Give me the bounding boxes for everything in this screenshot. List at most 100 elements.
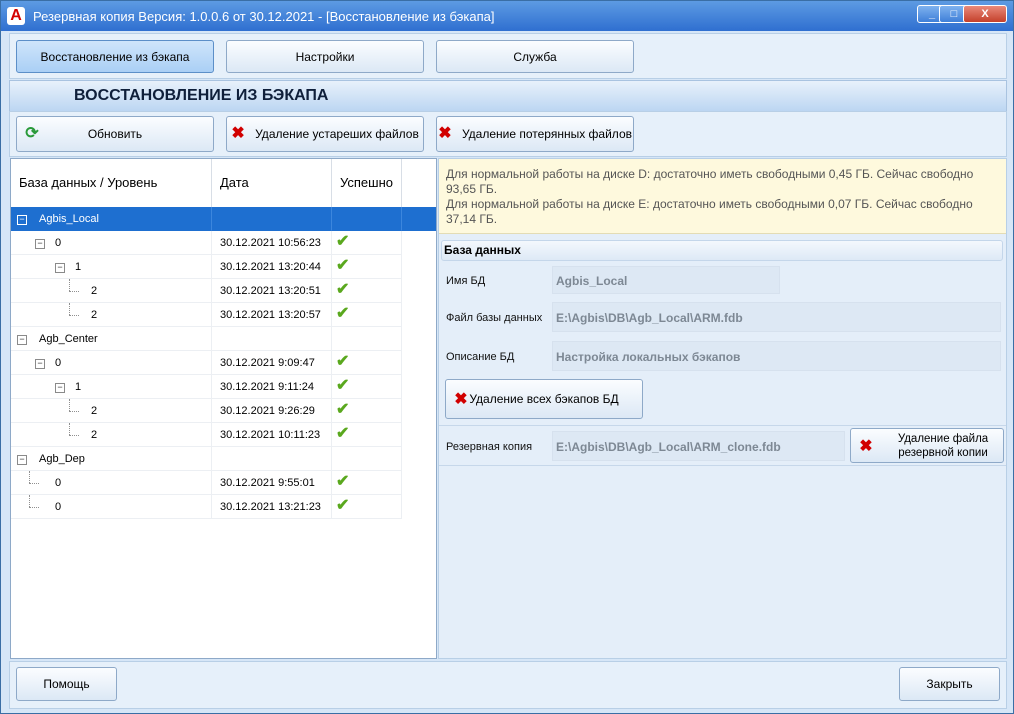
delete-backup-file-button[interactable]: ✖ Удаление файла резервной копии — [850, 428, 1004, 463]
tree-node-label: 2 — [91, 285, 98, 297]
tree-connector — [69, 423, 70, 435]
check-icon: ✔ — [336, 377, 350, 394]
tab-settings[interactable]: Настройки — [226, 40, 424, 73]
check-icon: ✔ — [336, 473, 350, 490]
delete-backup-file-label: Удаление файла резервной копии — [881, 432, 1005, 460]
delete-backup-file-label-line2: резервной копии — [898, 447, 988, 459]
db-description-field[interactable]: Настройка локальных бэкапов — [552, 341, 1001, 371]
close-window-button[interactable]: X — [963, 5, 1007, 23]
refresh-label: Обновить — [87, 127, 143, 141]
table-row[interactable]: −1 30.12.2021 9:11:24 ✔ — [11, 375, 436, 399]
cell-name: − Agbis_Local — [11, 207, 212, 231]
table-row[interactable]: 0 30.12.2021 13:21:23 ✔ — [11, 495, 436, 519]
delete-icon: ✖ — [454, 391, 468, 408]
check-icon: ✔ — [336, 401, 350, 418]
table-row[interactable]: 2 30.12.2021 13:20:51 ✔ — [11, 279, 436, 303]
close-label: Закрыть — [926, 677, 973, 691]
backup-copy-field[interactable]: E:\Agbis\DB\Agb_Local\ARM_clone.fdb — [552, 431, 845, 461]
table-row[interactable]: − Agbis_Local — [11, 207, 436, 231]
cell-date — [212, 447, 332, 471]
tree-node-label: 1 — [75, 381, 82, 393]
grid-header: База данных / Уровень Дата Успешно — [11, 159, 436, 208]
cell-date: 30.12.2021 9:11:24 — [212, 375, 332, 399]
close-button[interactable]: Закрыть — [899, 667, 1000, 701]
disk-space-info: Для нормальной работы на диске D: достат… — [439, 159, 1006, 234]
delete-all-backups-button[interactable]: ✖ Удаление всех бэкапов БД — [445, 379, 643, 419]
collapse-icon[interactable]: − — [55, 263, 65, 273]
db-file-field[interactable]: E:\Agbis\DB\Agb_Local\ARM.fdb — [552, 302, 1001, 332]
table-row[interactable]: −0 30.12.2021 10:56:23 ✔ — [11, 231, 436, 255]
collapse-icon[interactable]: − — [35, 359, 45, 369]
tree-node-label: 1 — [75, 261, 82, 273]
cell-name: −1 — [11, 375, 212, 399]
cell-success — [332, 447, 402, 471]
cell-success: ✔ — [332, 279, 402, 303]
tree-connector — [29, 495, 30, 507]
table-row[interactable]: − Agb_Dep — [11, 447, 436, 471]
cell-name: 0 — [11, 471, 212, 495]
details-panel: Для нормальной работы на диске D: достат… — [438, 158, 1007, 659]
cell-success — [332, 207, 402, 231]
help-label: Помощь — [43, 677, 90, 691]
column-header-database[interactable]: База данных / Уровень — [11, 159, 212, 207]
collapse-icon[interactable]: − — [17, 455, 27, 465]
db-file-label: Файл базы данных — [446, 312, 543, 324]
help-button[interactable]: Помощь — [16, 667, 117, 701]
cell-date: 30.12.2021 13:20:57 — [212, 303, 332, 327]
delete-old-files-button[interactable]: ✖ Удаление устареших файлов — [226, 116, 424, 152]
column-header-date[interactable]: Дата — [212, 159, 332, 207]
table-row[interactable]: 2 30.12.2021 10:11:23 ✔ — [11, 423, 436, 447]
tree-node-label: 0 — [55, 501, 62, 513]
cell-date — [212, 207, 332, 231]
check-icon: ✔ — [336, 257, 350, 274]
cell-success: ✔ — [332, 399, 402, 423]
cell-date: 30.12.2021 9:26:29 — [212, 399, 332, 423]
tree-connector — [29, 483, 39, 484]
delete-icon: ✖ — [231, 125, 245, 142]
delete-icon: ✖ — [438, 125, 452, 142]
table-row[interactable]: 2 30.12.2021 13:20:57 ✔ — [11, 303, 436, 327]
tree-node-label: 2 — [91, 309, 98, 321]
column-header-success[interactable]: Успешно — [332, 159, 402, 207]
cell-date: 30.12.2021 13:20:51 — [212, 279, 332, 303]
table-row[interactable]: −0 30.12.2021 9:09:47 ✔ — [11, 351, 436, 375]
tab-restore-from-backup[interactable]: Восстановление из бэкапа — [16, 40, 214, 73]
db-name-field[interactable]: Agbis_Local — [552, 266, 780, 294]
cell-name: 2 — [11, 423, 212, 447]
check-icon: ✔ — [336, 353, 350, 370]
collapse-icon[interactable]: − — [55, 383, 65, 393]
cell-success: ✔ — [332, 231, 402, 255]
delete-backup-file-label-line1: Удаление файла — [897, 433, 989, 445]
delete-old-files-label: Удаление устареших файлов — [255, 127, 419, 141]
db-name-label: Имя БД — [446, 275, 486, 287]
tree-node-label: 2 — [91, 429, 98, 441]
table-row[interactable]: 2 30.12.2021 9:26:29 ✔ — [11, 399, 436, 423]
delete-lost-files-button[interactable]: ✖ Удаление потерянных файлов — [436, 116, 634, 152]
collapse-icon[interactable]: − — [35, 239, 45, 249]
table-row[interactable]: 0 30.12.2021 9:55:01 ✔ — [11, 471, 436, 495]
tree-connector — [69, 315, 79, 316]
divider — [439, 425, 1006, 426]
backup-tree-grid: База данных / Уровень Дата Успешно − Agbi… — [10, 158, 437, 659]
collapse-icon[interactable]: − — [17, 335, 27, 345]
title-bar[interactable]: A Резервная копия Версия: 1.0.0.6 от 30.… — [1, 1, 1013, 31]
check-icon: ✔ — [336, 305, 350, 322]
cell-date: 30.12.2021 13:21:23 — [212, 495, 332, 519]
bottom-bar: Помощь Закрыть — [9, 661, 1007, 709]
refresh-button[interactable]: ⟳ Обновить — [16, 116, 214, 152]
tree-node-label: 0 — [55, 477, 62, 489]
cell-date: 30.12.2021 10:11:23 — [212, 423, 332, 447]
cell-name: 2 — [11, 303, 212, 327]
section-header: ВОССТАНОВЛЕНИЕ ИЗ БЭКАПА — [9, 80, 1007, 112]
tree-connector — [69, 435, 79, 436]
cell-success — [332, 327, 402, 351]
tree-node-label: 0 — [55, 237, 62, 249]
collapse-icon[interactable]: − — [17, 215, 27, 225]
tab-service[interactable]: Служба — [436, 40, 634, 73]
table-row[interactable]: −1 30.12.2021 13:20:44 ✔ — [11, 255, 436, 279]
cell-success: ✔ — [332, 351, 402, 375]
cell-date: 30.12.2021 10:56:23 — [212, 231, 332, 255]
table-row[interactable]: − Agb_Center — [11, 327, 436, 351]
cell-name: − Agb_Center — [11, 327, 212, 351]
app-window: A Резервная копия Версия: 1.0.0.6 от 30.… — [0, 0, 1014, 714]
